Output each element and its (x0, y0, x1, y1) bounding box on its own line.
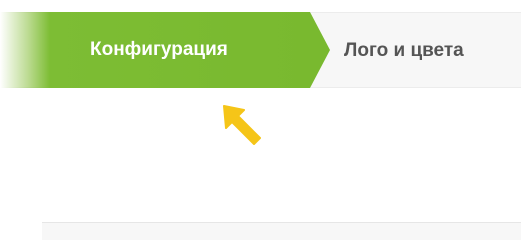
step-configuration[interactable]: Конфигурация (0, 12, 310, 88)
arrow-pointer-icon (223, 105, 261, 145)
step-configuration-label: Конфигурация (90, 39, 228, 60)
page: Конфигурация Лого и цвета (0, 0, 521, 240)
wizard-steps-bar: Конфигурация Лого и цвета (0, 12, 521, 88)
step-logo-colors[interactable]: Лого и цвета (344, 13, 521, 89)
content-panel-top (42, 222, 521, 240)
step-configuration-chevron (310, 12, 330, 88)
